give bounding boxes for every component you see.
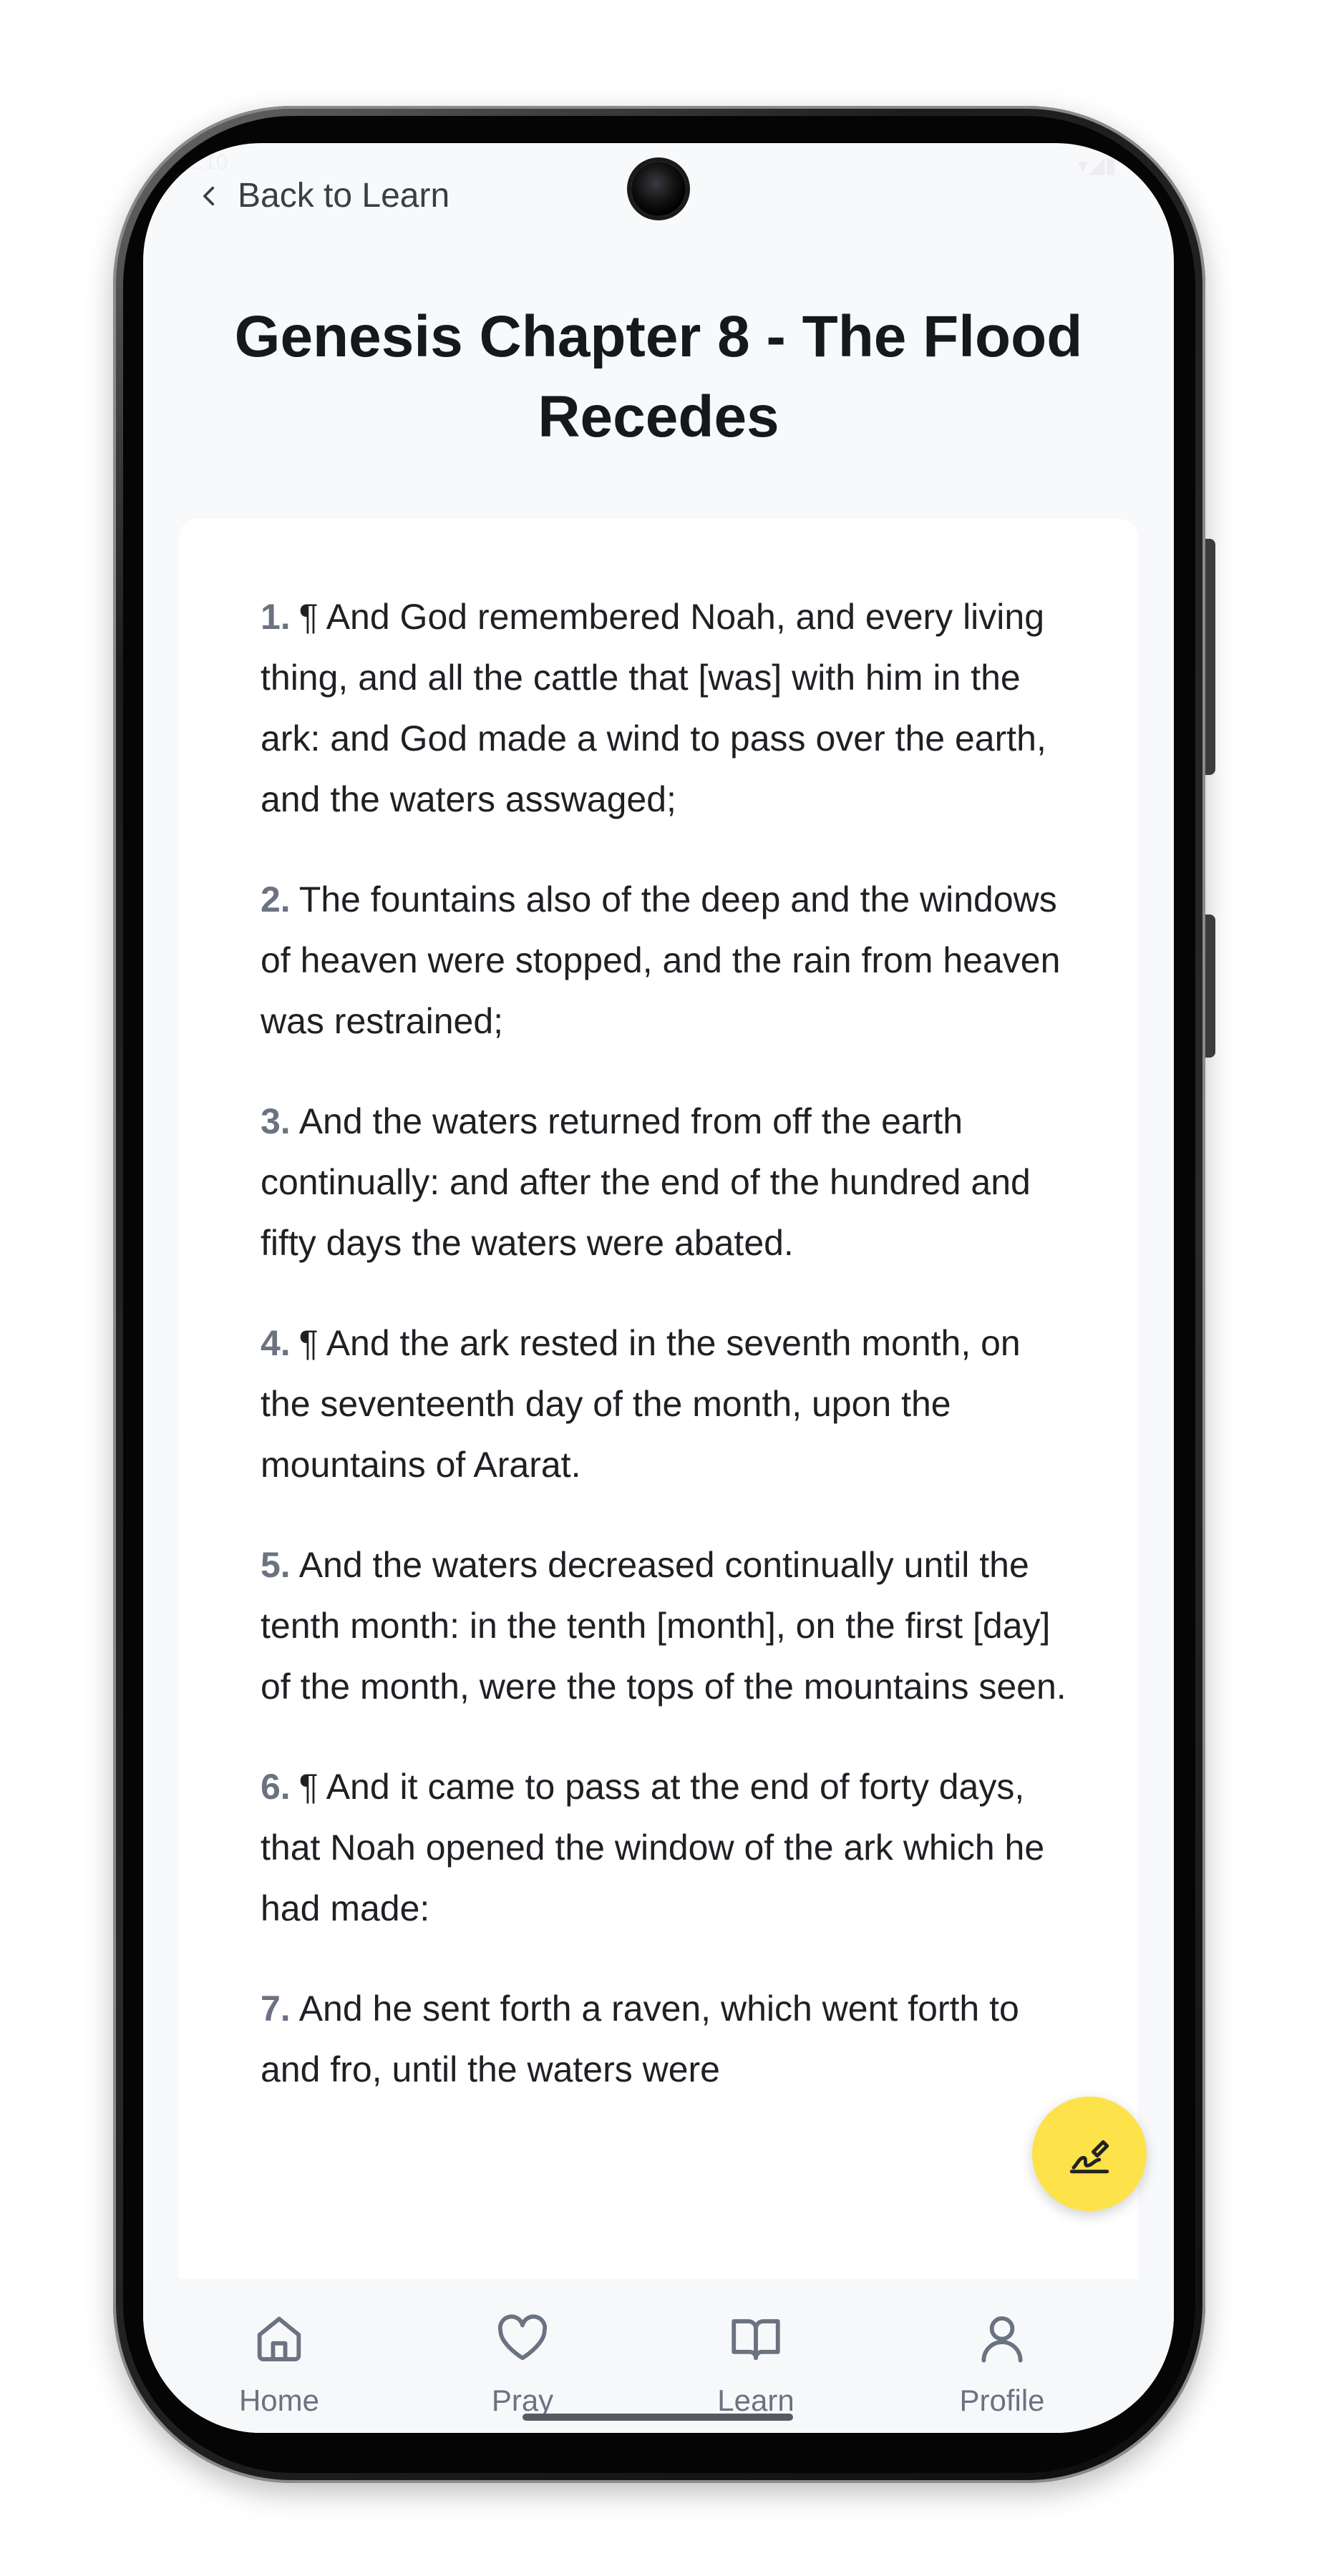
verse-number: 6. <box>261 1767 291 1807</box>
front-camera <box>631 162 686 216</box>
verse-number: 3. <box>261 1101 291 1141</box>
verse-number: 1. <box>261 597 291 637</box>
nav-profile-label: Profile <box>959 2384 1045 2417</box>
nav-pray[interactable]: Pray <box>444 2309 601 2418</box>
verse-number: 5. <box>261 1545 291 1585</box>
back-to-learn-link[interactable]: Back to Learn <box>198 176 449 215</box>
verse-item: 6. ¶ And it came to pass at the end of fo… <box>261 1757 1069 1939</box>
nav-pray-label: Pray <box>491 2384 554 2417</box>
verse-text: ¶ And the ark rested in the seventh mont… <box>261 1323 1021 1485</box>
verse-text: ¶ And God remembered Noah, and every liv… <box>261 597 1046 819</box>
nav-learn[interactable]: Learn <box>677 2309 835 2418</box>
verse-item: 1. ¶ And God remembered Noah, and every l… <box>261 587 1069 830</box>
verse-text: And the waters returned from off the ear… <box>261 1101 1031 1263</box>
verse-item: 7. And he sent forth a raven, which went … <box>261 1979 1069 2100</box>
nav-home-label: Home <box>238 2384 320 2417</box>
nav-home[interactable]: Home <box>200 2309 358 2418</box>
page-title: Genesis Chapter 8 - The Flood Recedes <box>234 304 1083 449</box>
verse-item: 5. And the waters decreased continually u… <box>261 1535 1069 1717</box>
nav-learn-label: Learn <box>717 2384 794 2417</box>
status-time: 2:10 <box>186 150 228 174</box>
verse-list: 1. ¶ And God remembered Noah, and every l… <box>261 587 1069 2140</box>
verse-text: And he sent forth a raven, which went fo… <box>261 1989 1019 2089</box>
power-button <box>1205 539 1215 775</box>
app-screen: 2:10 ▾◢▮ Back to Learn Genesis Chapter 8… <box>143 143 1174 2433</box>
verse-number: 7. <box>261 1989 291 2029</box>
signature-icon <box>1069 2140 1109 2174</box>
verse-item: 2. The fountains also of the deep and the… <box>261 869 1069 1052</box>
volume-button <box>1205 914 1215 1058</box>
annotate-fab-button[interactable] <box>1032 2097 1147 2211</box>
verse-item: 3. And the waters returned from off the e… <box>261 1091 1069 1274</box>
book-open-icon <box>732 2319 780 2361</box>
chapter-card: 1. ¶ And God remembered Noah, and every l… <box>179 519 1138 2336</box>
back-link-label: Back to Learn <box>238 177 450 215</box>
user-icon <box>981 2316 1023 2363</box>
verse-text: ¶ And it came to pass at the end of fort… <box>261 1767 1045 1928</box>
nav-profile[interactable]: Profile <box>923 2309 1081 2418</box>
verse-text: The fountains also of the deep and the w… <box>261 879 1061 1041</box>
verse-item: 4. ¶ And the ark rested in the seventh mo… <box>261 1313 1069 1496</box>
heart-icon <box>497 2314 548 2361</box>
status-icons: ▾◢▮ <box>1077 154 1117 177</box>
home-icon <box>257 2316 301 2361</box>
verse-number: 4. <box>261 1323 291 1363</box>
bottom-navigation: Home Pray Learn Profile <box>143 2279 1174 2433</box>
verse-text: And the waters decreased continually unt… <box>261 1545 1066 1707</box>
verse-number: 2. <box>261 879 291 919</box>
home-indicator-bar[interactable] <box>523 2414 793 2421</box>
chevron-left-icon <box>203 186 215 205</box>
